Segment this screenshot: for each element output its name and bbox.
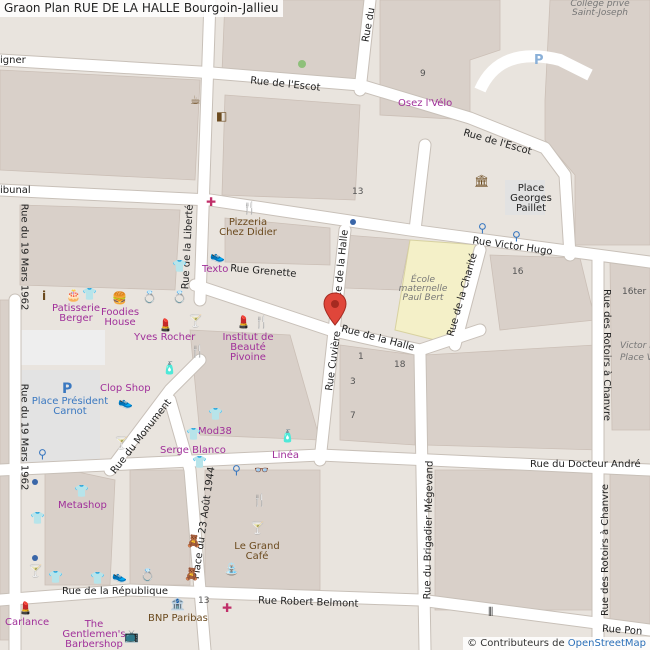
attribution-prefix: Contributeurs de [480,638,565,649]
beauty-icon[interactable]: 💄 [18,602,33,614]
poi-label[interactable]: Pizzeria Chez Didier [218,218,278,238]
shoe-icon[interactable]: 👟 [112,570,127,582]
poi-label[interactable]: Yves Rocher [134,333,195,343]
fast-food-icon[interactable]: 🍔 [112,292,127,304]
fountain-icon[interactable]: ⛲ [224,563,239,575]
poi-label[interactable]: Clop Shop [100,384,151,394]
jewelry-icon[interactable]: 💍 [140,569,155,581]
pharmacy-cross-icon[interactable]: ✚ [206,196,216,208]
cocktail-glass-icon[interactable]: 🍸 [188,315,203,327]
house-number: 7 [350,411,356,421]
poi-label[interactable]: Mod38 [198,427,232,437]
house-number: 3 [350,377,356,387]
museum-icon[interactable]: 🏛 [474,175,489,187]
optician-icon[interactable]: 👓 [254,464,269,476]
house-number: 13 [352,187,364,197]
bus-stop-dot [32,555,38,561]
fork-knife-icon[interactable]: 🍴 [242,202,257,214]
beauty-icon[interactable]: 💄 [236,316,251,328]
house-number: 16 [512,267,524,277]
cocktail-glass-icon[interactable]: 🍸 [114,437,129,449]
bicycle-rental-icon[interactable]: ⚲ [478,222,487,234]
clothes-icon[interactable]: 👕 [30,512,45,524]
bus-stop-dot [32,479,38,485]
bank-icon[interactable]: 🏦 [170,598,185,610]
clothes-icon[interactable]: 👕 [186,428,201,440]
location-pin-icon[interactable] [323,292,347,326]
carnot-square [20,370,100,470]
toy-icon[interactable]: 🧸 [184,568,199,580]
clothes-icon[interactable]: 👕 [74,485,89,497]
poi-label[interactable]: Le Grand Café [232,542,282,562]
bicycle-rental-icon[interactable]: ⚲ [38,448,47,460]
street-label: Rue des Rotoirs à Chanvre [600,483,612,617]
house-number: 13 [198,596,210,606]
poi-label[interactable]: Metashop [58,501,107,511]
traffic-signal-icon: ⦀ [488,605,494,619]
ecole-label: École maternelle Paul Bert [398,275,448,303]
street-label: Rue du 19 Mars 1962 [18,383,30,491]
clothes-icon[interactable]: 👕 [172,260,187,272]
jewelry-icon[interactable]: 💍 [172,291,187,303]
house-number: 9 [420,69,426,79]
osm-link[interactable]: OpenStreetMap [568,638,646,649]
college-label: Collège privé Saint-Joseph [570,0,630,18]
poi-label[interactable]: Linéa [272,451,299,461]
street-label: ibunal [0,185,31,196]
bookmark-icon[interactable]: ◧ [216,110,227,122]
parking-icon[interactable]: P [62,382,72,396]
attribution: © Contributeurs de OpenStreetMap [463,637,650,650]
street-label: Victor Hugo [620,341,650,351]
clothes-icon[interactable]: 👕 [90,572,105,584]
info-icon[interactable]: i [42,290,46,302]
park-dot [298,60,306,68]
bicycle-rental-icon[interactable]: ⚲ [232,464,241,476]
gift-icon[interactable]: 🎂 [66,289,81,301]
street-label: Rue du Docteur André [530,459,641,470]
cafe-cup-icon[interactable]: ☕ [190,94,201,106]
pharmacy-cross-icon[interactable]: ✚ [222,602,232,614]
poi-label[interactable]: Institut de Beauté Pivoine [220,333,276,363]
cocktail-glass-icon[interactable]: 🍸 [28,565,43,577]
pale-lot [20,330,105,365]
poi-label[interactable]: Carlance [5,618,49,628]
street-label: Rue des Rotoirs à Chanvre [601,288,613,422]
beauty-icon[interactable]: 💄 [158,319,173,331]
perfume-icon[interactable]: 🧴 [280,430,295,442]
street-label: Rue du 19 Mars 1962 [18,203,30,311]
page-title: Gra‌on Plan RUE DE LA HALLE Bourgoin-Jal… [0,0,283,17]
house-number: 18 [394,360,406,370]
map-canvas[interactable]: Gra‌on Plan RUE DE LA HALLE Bourgoin-Jal… [0,0,650,650]
copyright-symbol: © [467,638,478,649]
house-number: 1 [358,352,364,362]
street-label: Place Victor [620,353,650,363]
fork-knife-icon[interactable]: 🍴 [190,345,205,357]
street-label: Rue de la République [62,586,169,597]
poi-label[interactable]: Foodies House [100,308,140,328]
poi-label[interactable]: BNP Paribas [148,614,208,624]
clothes-icon[interactable]: 👕 [82,288,97,300]
house-number: 16ter [622,287,647,297]
poi-label[interactable]: Texto [202,265,228,275]
cocktail-glass-icon[interactable]: 🍸 [250,522,265,534]
poi-label[interactable]: Patisserie Berger [46,304,106,324]
bicycle-rental-icon[interactable]: ⚲ [512,230,521,242]
place-carnot-label: Place Président Carnot [31,396,109,417]
street-label: igner [0,55,26,66]
fork-knife-icon[interactable]: 🍴 [254,316,269,328]
clothes-icon[interactable]: 👕 [48,571,63,583]
shoe-icon[interactable]: 👟 [210,250,225,262]
toy-icon[interactable]: 🧸 [186,535,201,547]
parking-icon[interactable]: P [534,54,544,67]
bus-stop-dot [350,219,356,225]
jewelry-icon[interactable]: 💍 [142,291,157,303]
tv-icon[interactable]: 📺 [124,630,139,642]
shoe-icon[interactable]: 👟 [118,396,133,408]
fork-knife-icon[interactable]: 🍴 [252,494,267,506]
perfume-icon[interactable]: 🧴 [162,362,177,374]
poi-label[interactable]: Osez l'Vélo [398,99,452,109]
place-georges-paillet-label: Place Georges Paillet [510,183,552,214]
clothes-icon[interactable]: 👕 [192,456,207,468]
clothes-icon[interactable]: 👕 [208,408,223,420]
